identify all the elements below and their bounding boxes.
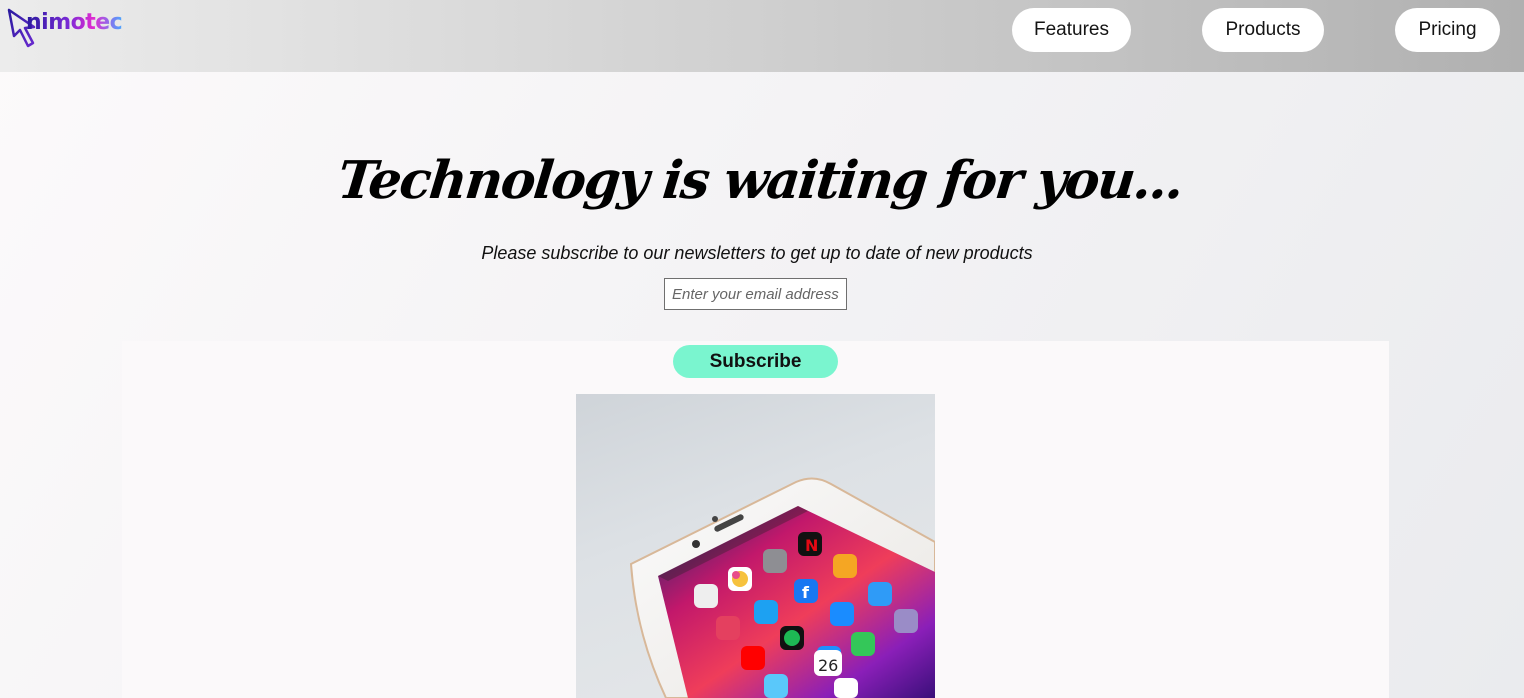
nav-features-button[interactable]: Features [1012, 8, 1131, 52]
svg-text:N: N [805, 536, 818, 555]
hero-subtitle: Please subscribe to our newsletters to g… [481, 243, 1033, 263]
svg-text:f: f [802, 583, 810, 602]
hero-title: Technology is waiting for you... [334, 150, 1186, 211]
logo-text: nimotec [26, 10, 123, 35]
top-navbar: nimotec Features Products Pricing [0, 0, 1524, 72]
brand-logo[interactable]: nimotec [6, 6, 136, 54]
nav-pricing-button[interactable]: Pricing [1395, 8, 1500, 52]
product-photo: N f 26 [576, 394, 935, 698]
subscribe-button[interactable]: Subscribe [673, 345, 838, 378]
nav-products-button[interactable]: Products [1202, 8, 1324, 52]
smartphone-image: N f 26 [629, 477, 935, 698]
email-input[interactable] [664, 278, 847, 310]
svg-text:26: 26 [818, 656, 838, 675]
